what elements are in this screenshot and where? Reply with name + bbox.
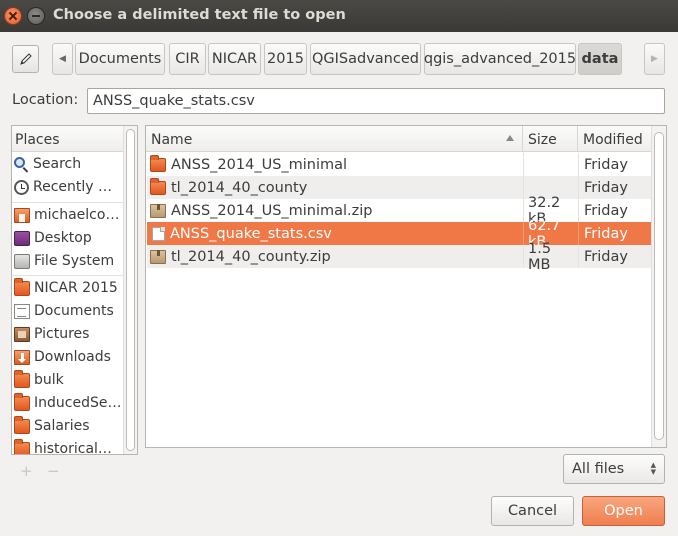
places-scrollbar-thumb[interactable] <box>126 129 135 451</box>
close-icon[interactable] <box>4 7 22 25</box>
place-label: InducedSe… <box>34 395 122 411</box>
place-home[interactable]: michaelco… <box>14 204 124 226</box>
path-scroll-right-button[interactable]: ▶ <box>644 43 665 75</box>
places-header[interactable]: Places <box>12 126 124 152</box>
folder-icon <box>150 177 166 195</box>
column-header-modified[interactable]: Modified <box>578 126 652 152</box>
file-row[interactable]: tl_2014_40_county.zip 1.5 MB Friday <box>147 241 651 273</box>
chevron-right-icon: ▶ <box>651 54 658 64</box>
minimize-icon[interactable] <box>27 7 45 25</box>
zip-icon <box>150 203 166 218</box>
file-name: ANSS_2014_US_minimal.zip <box>171 202 373 219</box>
desktop-icon <box>14 230 30 246</box>
place-label: Desktop <box>34 230 92 246</box>
folder-icon <box>14 392 30 411</box>
cancel-button[interactable]: Cancel <box>491 496 574 526</box>
crumb-qgis-advanced-2015[interactable]: qgis_advanced_2015 <box>424 43 576 75</box>
places-divider <box>12 202 124 203</box>
place-search[interactable]: Search <box>14 153 124 175</box>
pictures-icon <box>14 326 30 342</box>
location-label: Location: <box>12 92 79 108</box>
downloads-icon <box>14 349 30 365</box>
path-scroll-left-button[interactable]: ◀ <box>52 43 73 75</box>
chevron-left-icon: ◀ <box>59 54 66 64</box>
file-row[interactable]: ANSS_2014_US_minimal Friday <box>147 153 651 176</box>
folder-icon <box>14 369 30 388</box>
folder-icon <box>14 415 30 434</box>
remove-place-button[interactable]: − <box>47 462 60 480</box>
file-modified: Friday <box>578 153 651 176</box>
place-historical[interactable]: historical… <box>14 438 124 455</box>
places-scrollbar[interactable] <box>123 126 137 454</box>
file-type-filter[interactable]: All files ▲ ▼ <box>563 454 665 484</box>
file-modified: Friday <box>578 199 651 222</box>
crumb-2015[interactable]: 2015 <box>264 43 307 75</box>
place-recent[interactable]: Recently … <box>14 176 124 198</box>
place-label: NICAR 2015 <box>34 280 118 296</box>
crumb-data[interactable]: data <box>578 43 622 75</box>
file-modified: Friday <box>578 245 651 268</box>
file-name: tl_2014_40_county.zip <box>171 248 331 265</box>
places-sidebar: Places Search Recently … michaelco… Desk… <box>11 125 138 455</box>
documents-icon <box>14 303 30 319</box>
file-name: ANSS_2014_US_minimal <box>171 156 348 173</box>
place-salaries[interactable]: Salaries <box>14 415 124 437</box>
folder-icon <box>14 438 30 454</box>
window-title: Choose a delimited text file to open <box>53 7 346 23</box>
filesystem-icon <box>14 253 30 269</box>
pencil-icon <box>19 53 32 65</box>
file-list-scrollbar-thumb[interactable] <box>654 132 664 440</box>
filter-selected-value: All files <box>572 461 625 477</box>
place-pictures[interactable]: Pictures <box>14 323 124 345</box>
home-folder-icon <box>14 207 30 223</box>
zip-icon <box>150 249 166 264</box>
crumb-qgisadvanced[interactable]: QGISadvanced <box>310 43 421 75</box>
crumb-documents[interactable]: Documents <box>75 43 165 75</box>
place-inducedse[interactable]: InducedSe… <box>14 392 124 414</box>
text-file-icon <box>152 226 165 241</box>
add-place-button[interactable]: + <box>20 462 33 480</box>
place-label: Documents <box>34 303 114 319</box>
place-documents[interactable]: Documents <box>14 300 124 322</box>
title-bar: Choose a delimited text file to open <box>0 0 678 32</box>
file-modified: Friday <box>578 222 651 245</box>
place-desktop[interactable]: Desktop <box>14 227 124 249</box>
open-button[interactable]: Open <box>582 496 665 526</box>
place-label: File System <box>34 253 115 269</box>
place-label: Salaries <box>34 418 90 434</box>
place-label: bulk <box>34 372 64 388</box>
crumb-cir[interactable]: CIR <box>169 43 206 75</box>
file-name: ANSS_quake_stats.csv <box>170 225 332 242</box>
file-size: 1.5 MB <box>523 241 578 273</box>
place-nicar-2015[interactable]: NICAR 2015 <box>14 277 124 299</box>
folder-icon <box>14 277 30 296</box>
places-divider <box>12 275 124 276</box>
file-list-scrollbar[interactable] <box>651 126 666 447</box>
recent-icon <box>14 179 29 195</box>
file-name: tl_2014_40_county <box>171 179 308 196</box>
column-header-size[interactable]: Size <box>523 126 578 152</box>
place-bulk[interactable]: bulk <box>14 369 124 391</box>
column-header-name[interactable]: Name <box>146 126 523 152</box>
sort-ascending-icon <box>506 135 514 141</box>
place-label: Pictures <box>34 326 90 342</box>
place-label: michaelco… <box>34 207 120 223</box>
search-icon <box>14 157 25 168</box>
location-input[interactable] <box>87 88 665 114</box>
place-label: Recently … <box>33 179 113 195</box>
folder-icon <box>150 154 166 172</box>
place-label: Downloads <box>34 349 111 365</box>
file-list: Name Size Modified ANSS_2014_US_minimal … <box>145 125 667 448</box>
updown-icon: ▲ ▼ <box>650 461 656 476</box>
place-label: Search <box>33 156 82 172</box>
file-modified: Friday <box>578 176 651 199</box>
place-filesystem[interactable]: File System <box>14 250 124 272</box>
place-label: historical… <box>34 441 112 455</box>
place-downloads[interactable]: Downloads <box>14 346 124 368</box>
edit-location-button[interactable] <box>12 45 39 73</box>
file-size <box>523 153 578 176</box>
crumb-nicar[interactable]: NICAR <box>208 43 261 75</box>
